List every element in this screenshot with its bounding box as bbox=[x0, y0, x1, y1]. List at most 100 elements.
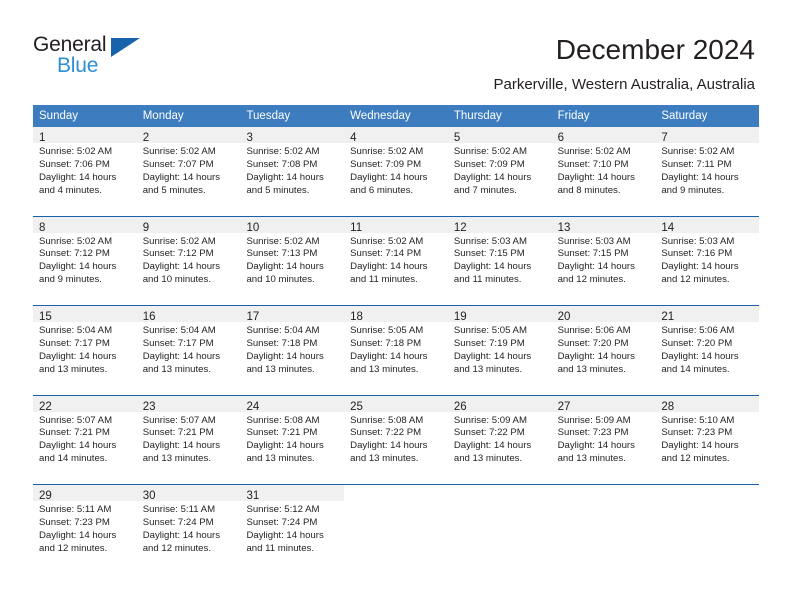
calendar-day-cell[interactable]: 20 Sunrise: 5:06 AM Sunset: 7:20 PM Dayligh… bbox=[551, 306, 656, 395]
day-sun-info: Sunrise: 5:02 AM Sunset: 7:07 PM Daylight:… bbox=[137, 143, 241, 198]
daylight-text-line2: and 13 minutes. bbox=[453, 363, 523, 375]
sunset-text: Sunset: 7:20 PM bbox=[557, 337, 629, 349]
day-number-band: 13 bbox=[551, 216, 656, 234]
day-sun-info: Sunrise: 5:02 AM Sunset: 7:06 PM Daylight:… bbox=[33, 143, 137, 198]
calendar-day-cell[interactable]: 22 Sunrise: 5:07 AM Sunset: 7:21 PM Dayligh… bbox=[33, 395, 137, 484]
daylight-text-line1: Daylight: 14 hours bbox=[661, 350, 739, 362]
sunset-text: Sunset: 7:18 PM bbox=[350, 337, 422, 349]
day-number: 4 bbox=[350, 132, 357, 144]
day-number-band bbox=[551, 485, 656, 501]
daylight-text-line2: and 7 minutes. bbox=[453, 184, 517, 196]
calendar-day-cell[interactable]: 7 Sunrise: 5:02 AM Sunset: 7:11 PM Daylight… bbox=[655, 127, 760, 216]
calendar-day-cell[interactable]: 27 Sunrise: 5:09 AM Sunset: 7:23 PM Dayligh… bbox=[551, 395, 656, 484]
daylight-text-line2: and 5 minutes. bbox=[142, 184, 206, 196]
calendar-week-row: 29 Sunrise: 5:11 AM Sunset: 7:23 PM Dayligh… bbox=[33, 484, 760, 574]
sunset-text: Sunset: 7:20 PM bbox=[661, 337, 733, 349]
day-number: 21 bbox=[661, 311, 675, 323]
day-number: 7 bbox=[661, 132, 668, 144]
day-sun-info: Sunrise: 5:12 AM Sunset: 7:24 PM Daylight:… bbox=[240, 501, 344, 556]
brand-name-blue: Blue bbox=[57, 54, 99, 77]
calendar-day-cell[interactable]: 9 Sunrise: 5:02 AM Sunset: 7:12 PM Daylight… bbox=[136, 216, 241, 305]
calendar-day-cell[interactable]: 28 Sunrise: 5:10 AM Sunset: 7:23 PM Dayligh… bbox=[655, 395, 760, 484]
calendar-day-cell[interactable]: 23 Sunrise: 5:07 AM Sunset: 7:21 PM Dayligh… bbox=[136, 395, 241, 484]
calendar-day-cell[interactable]: 31 Sunrise: 5:12 AM Sunset: 7:24 PM Dayligh… bbox=[240, 485, 345, 574]
sunset-text: Sunset: 7:23 PM bbox=[661, 427, 733, 439]
calendar-day-cell[interactable]: 18 Sunrise: 5:05 AM Sunset: 7:18 PM Dayligh… bbox=[344, 306, 448, 395]
sunrise-text: Sunrise: 5:03 AM bbox=[453, 235, 527, 247]
calendar-day-cell[interactable]: 17 Sunrise: 5:04 AM Sunset: 7:18 PM Dayligh… bbox=[240, 306, 345, 395]
daylight-text-line1: Daylight: 14 hours bbox=[350, 350, 428, 362]
calendar-day-cell[interactable]: 12 Sunrise: 5:03 AM Sunset: 7:15 PM Dayligh… bbox=[447, 216, 552, 305]
daylight-text-line2: and 13 minutes. bbox=[350, 453, 419, 465]
day-sun-info: Sunrise: 5:05 AM Sunset: 7:18 PM Daylight:… bbox=[344, 322, 448, 377]
sunrise-text: Sunrise: 5:02 AM bbox=[142, 235, 216, 247]
calendar-day-cell[interactable]: 21 Sunrise: 5:06 AM Sunset: 7:20 PM Dayligh… bbox=[655, 306, 760, 395]
calendar-day-cell[interactable]: 8 Sunrise: 5:02 AM Sunset: 7:12 PM Daylight… bbox=[33, 216, 137, 305]
daylight-text-line1: Daylight: 14 hours bbox=[142, 440, 221, 452]
calendar-day-cell[interactable]: 15 Sunrise: 5:04 AM Sunset: 7:17 PM Dayligh… bbox=[33, 306, 137, 395]
daylight-text-line2: and 11 minutes. bbox=[246, 542, 314, 554]
sunset-text: Sunset: 7:21 PM bbox=[39, 427, 110, 439]
day-number-band bbox=[655, 485, 760, 501]
day-number: 9 bbox=[142, 221, 150, 234]
sunset-text: Sunset: 7:24 PM bbox=[142, 516, 214, 528]
day-sun-info: Sunrise: 5:04 AM Sunset: 7:18 PM Daylight:… bbox=[240, 322, 344, 377]
daylight-text-line1: Daylight: 14 hours bbox=[39, 440, 117, 452]
day-sun-info: Sunrise: 5:06 AM Sunset: 7:20 PM Daylight:… bbox=[655, 322, 759, 377]
calendar-day-cell[interactable]: 11 Sunrise: 5:02 AM Sunset: 7:14 PM Dayligh… bbox=[344, 216, 448, 305]
daylight-text-line2: and 12 minutes. bbox=[39, 542, 108, 554]
calendar-day-cell[interactable]: 29 Sunrise: 5:11 AM Sunset: 7:23 PM Dayligh… bbox=[33, 485, 137, 574]
calendar-day-cell[interactable]: 13 Sunrise: 5:03 AM Sunset: 7:15 PM Dayligh… bbox=[551, 216, 656, 305]
weekday-header-saturday: Saturday bbox=[661, 110, 708, 122]
day-sun-info: Sunrise: 5:11 AM Sunset: 7:24 PM Daylight:… bbox=[137, 501, 241, 556]
page-header: General Blue December 2024 Parkerville, … bbox=[0, 0, 792, 100]
day-number-band: 19 bbox=[447, 306, 552, 323]
daylight-text-line2: and 13 minutes. bbox=[39, 363, 108, 375]
day-number: 31 bbox=[246, 490, 260, 502]
calendar-day-cell[interactable]: 5 Sunrise: 5:02 AM Sunset: 7:09 PM Daylight… bbox=[447, 127, 552, 216]
calendar-day-cell[interactable]: 24 Sunrise: 5:08 AM Sunset: 7:21 PM Dayligh… bbox=[240, 395, 345, 484]
sunset-text: Sunset: 7:14 PM bbox=[350, 248, 422, 260]
calendar-day-cell[interactable]: 2 Sunrise: 5:02 AM Sunset: 7:07 PM Daylight… bbox=[136, 127, 241, 216]
daylight-text-line2: and 11 minutes. bbox=[350, 274, 418, 286]
calendar-weeks: 1 Sunrise: 5:02 AM Sunset: 7:06 PM Daylight… bbox=[33, 127, 760, 574]
calendar-day-cell[interactable]: 6 Sunrise: 5:02 AM Sunset: 7:10 PM Daylight… bbox=[551, 127, 656, 216]
day-number-band: 15 bbox=[33, 306, 137, 323]
calendar-day-cell[interactable]: 4 Sunrise: 5:02 AM Sunset: 7:09 PM Daylight… bbox=[344, 127, 448, 216]
daylight-text-line2: and 12 minutes. bbox=[661, 274, 730, 286]
calendar-day-cell[interactable]: 14 Sunrise: 5:03 AM Sunset: 7:16 PM Dayligh… bbox=[655, 216, 760, 305]
daylight-text-line1: Daylight: 14 hours bbox=[39, 171, 117, 183]
calendar-day-cell[interactable]: 19 Sunrise: 5:05 AM Sunset: 7:19 PM Dayligh… bbox=[447, 306, 552, 395]
sunset-text: Sunset: 7:16 PM bbox=[661, 248, 733, 260]
daylight-text-line1: Daylight: 14 hours bbox=[661, 440, 739, 452]
calendar-day-cell[interactable]: 1 Sunrise: 5:02 AM Sunset: 7:06 PM Daylight… bbox=[33, 127, 137, 216]
weekday-header-friday: Friday bbox=[557, 110, 590, 122]
calendar-day-cell[interactable]: 10 Sunrise: 5:02 AM Sunset: 7:13 PM Dayligh… bbox=[240, 216, 345, 305]
day-number: 1 bbox=[39, 132, 46, 144]
calendar-day-cell[interactable]: 3 Sunrise: 5:02 AM Sunset: 7:08 PM Daylight… bbox=[240, 127, 345, 216]
calendar-day-cell[interactable]: 26 Sunrise: 5:09 AM Sunset: 7:22 PM Dayligh… bbox=[447, 395, 552, 484]
day-sun-info: Sunrise: 5:09 AM Sunset: 7:22 PM Daylight:… bbox=[448, 412, 552, 467]
sunrise-text: Sunrise: 5:02 AM bbox=[142, 146, 216, 157]
day-number-band: 30 bbox=[136, 485, 241, 502]
sunset-text: Sunset: 7:12 PM bbox=[39, 248, 110, 260]
day-number: 13 bbox=[557, 221, 571, 234]
day-number: 10 bbox=[246, 221, 260, 234]
sunset-text: Sunset: 7:17 PM bbox=[39, 337, 110, 349]
daylight-text-line1: Daylight: 14 hours bbox=[350, 171, 428, 183]
weekday-header-sunday: Sunday bbox=[39, 110, 79, 122]
calendar-day-cell[interactable]: 25 Sunrise: 5:08 AM Sunset: 7:22 PM Dayligh… bbox=[344, 395, 448, 484]
daylight-text-line1: Daylight: 14 hours bbox=[557, 440, 635, 452]
sunrise-text: Sunrise: 5:06 AM bbox=[661, 325, 735, 336]
sunset-text: Sunset: 7:11 PM bbox=[661, 158, 732, 170]
daylight-text-line2: and 13 minutes. bbox=[142, 453, 211, 465]
sunset-text: Sunset: 7:22 PM bbox=[453, 427, 525, 439]
sunrise-text: Sunrise: 5:02 AM bbox=[350, 235, 424, 247]
calendar-week-row: 22 Sunrise: 5:07 AM Sunset: 7:21 PM Dayligh… bbox=[33, 394, 760, 484]
sunrise-text: Sunrise: 5:07 AM bbox=[142, 414, 216, 426]
calendar-day-cell[interactable]: 16 Sunrise: 5:04 AM Sunset: 7:17 PM Dayligh… bbox=[136, 306, 241, 395]
page-title: December 2024 bbox=[555, 34, 755, 65]
brand-logo[interactable]: General Blue bbox=[33, 33, 203, 83]
day-number: 12 bbox=[453, 221, 467, 234]
calendar-day-cell[interactable]: 30 Sunrise: 5:11 AM Sunset: 7:24 PM Dayligh… bbox=[136, 485, 241, 574]
